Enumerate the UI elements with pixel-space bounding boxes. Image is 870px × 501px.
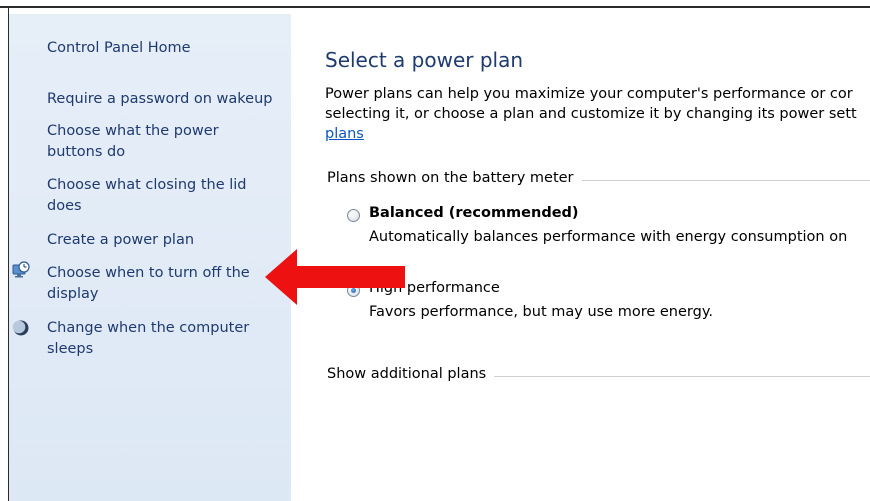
window-left-border [0,8,9,501]
closing-lid-link[interactable]: Choose what closing the lid does [47,175,247,217]
turn-off-display-link[interactable]: Choose when to turn off the display [47,263,267,305]
display-clock-icon [12,261,30,278]
plans-section-header: Plans shown on the battery meter [327,170,870,190]
high-performance-plan-description: Favors performance, but may use more ene… [369,304,713,320]
plans-link[interactable]: plans [325,126,364,142]
create-power-plan-link[interactable]: Create a power plan [47,230,194,251]
computer-sleeps-link[interactable]: Change when the computer sleeps [47,318,267,360]
require-password-link[interactable]: Require a password on wakeup [47,89,273,110]
moon-icon [12,320,29,336]
window-top-border [0,0,870,8]
power-buttons-link[interactable]: Choose what the power buttons do [47,121,247,163]
page-description: Power plans can help you maximize your c… [325,84,870,144]
show-additional-plans-label[interactable]: Show additional plans [327,366,495,382]
sidebar: Control Panel Home Require a password on… [9,14,291,501]
description-line-1: Power plans can help you maximize your c… [325,86,853,102]
description-line-2: selecting it, or choose a plan and custo… [325,106,857,122]
balanced-radio[interactable] [347,209,360,222]
plans-section-label: Plans shown on the battery meter [327,170,582,186]
control-panel-home-link[interactable]: Control Panel Home [47,38,191,59]
red-arrow-annotation [265,249,405,305]
balanced-plan-name[interactable]: Balanced (recommended) [369,205,579,221]
additional-plans-header[interactable]: Show additional plans [327,366,870,386]
page-title: Select a power plan [325,48,524,72]
balanced-plan-description: Automatically balances performance with … [369,229,848,245]
